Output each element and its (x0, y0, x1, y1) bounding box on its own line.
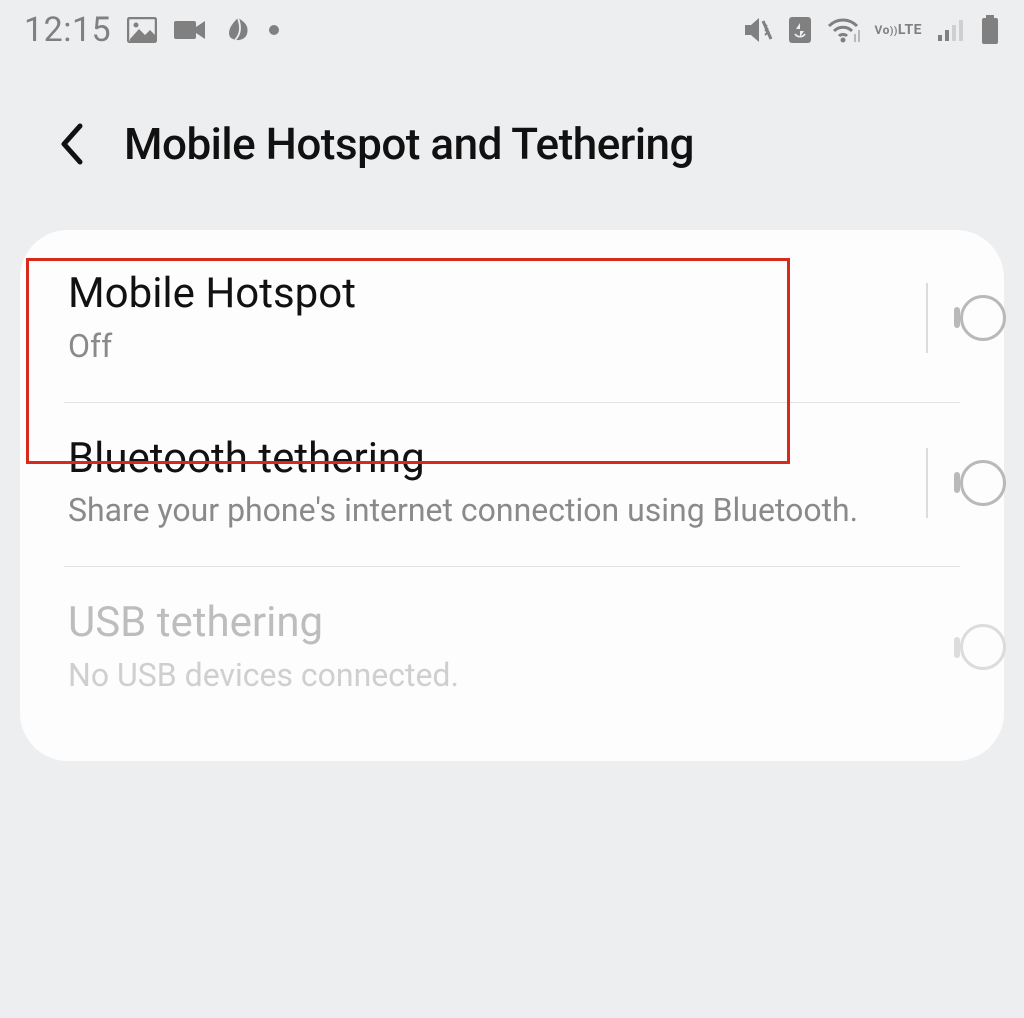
volte-icon: Vo)) LTE (875, 23, 922, 37)
setting-title: USB tethering (68, 597, 934, 650)
status-bar: 12:15 Vo)) LTE (0, 0, 1024, 60)
vertical-divider (926, 283, 928, 353)
camera-icon (173, 17, 207, 43)
setting-title: Bluetooth tethering (68, 433, 898, 486)
setting-text: Bluetooth tethering Share your phone's i… (68, 433, 918, 533)
status-bar-right: Vo)) LTE (741, 15, 1000, 45)
page-header: Mobile Hotspot and Tethering (0, 60, 1024, 230)
battery-icon (980, 15, 1000, 45)
setting-subtitle: No USB devices connected. (68, 654, 934, 697)
mobile-hotspot-toggle[interactable] (954, 310, 960, 325)
setting-row-usb-tethering: USB tethering No USB devices connected. (20, 567, 1004, 731)
usb-tethering-toggle (954, 640, 960, 655)
back-button[interactable] (48, 120, 96, 168)
setting-subtitle: Share your phone's internet connection u… (68, 489, 898, 532)
setting-row-bluetooth-tethering[interactable]: Bluetooth tethering Share your phone's i… (20, 403, 1004, 567)
setting-text: Mobile Hotspot Off (68, 268, 918, 368)
setting-title: Mobile Hotspot (68, 268, 898, 321)
page-title: Mobile Hotspot and Tethering (124, 118, 694, 170)
leaf-icon (223, 16, 253, 44)
vertical-divider (926, 448, 928, 518)
setting-row-mobile-hotspot[interactable]: Mobile Hotspot Off (20, 238, 1004, 402)
image-icon (127, 17, 157, 43)
dot-icon (269, 25, 279, 35)
setting-subtitle: Off (68, 325, 898, 368)
data-saver-icon (787, 15, 813, 45)
signal-icon (936, 17, 966, 43)
vibrate-mute-icon (741, 15, 773, 45)
chevron-left-icon (58, 122, 86, 166)
settings-card: Mobile Hotspot Off Bluetooth tethering S… (20, 230, 1004, 761)
wifi-icon (827, 16, 861, 44)
status-clock: 12:15 (24, 10, 111, 50)
status-bar-left: 12:15 (24, 10, 279, 50)
setting-text: USB tethering No USB devices connected. (68, 597, 954, 697)
bluetooth-tethering-toggle[interactable] (954, 475, 960, 490)
